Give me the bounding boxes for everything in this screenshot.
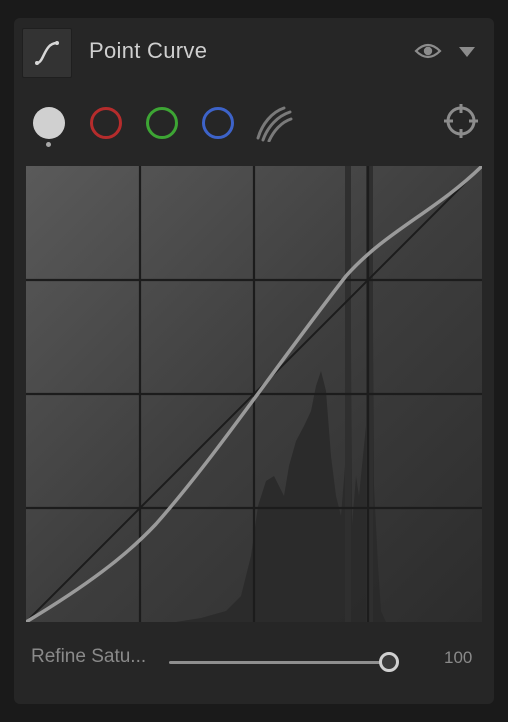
chevron-down-icon[interactable]: [458, 46, 476, 58]
point-curve-panel: Point Curve Refine Satu... 100: [14, 18, 494, 704]
panel-header: Point Curve: [14, 18, 494, 88]
channel-red-button[interactable]: [87, 104, 125, 142]
curve-editor[interactable]: [26, 166, 482, 622]
refine-saturation-slider-thumb[interactable]: [379, 652, 399, 672]
selected-channel-indicator: [46, 142, 51, 147]
curve-mode-button[interactable]: [22, 28, 72, 78]
eye-icon[interactable]: [414, 40, 442, 62]
parametric-curve-icon[interactable]: [254, 104, 294, 142]
target-icon[interactable]: [444, 104, 478, 138]
curve-icon: [35, 41, 59, 65]
slider-label: Refine Satu...: [31, 646, 147, 667]
slider-value[interactable]: 100: [444, 648, 472, 668]
refine-saturation-slider-track[interactable]: [169, 661, 394, 664]
channel-green-button[interactable]: [143, 104, 181, 142]
channel-blue-button[interactable]: [199, 104, 237, 142]
panel-title: Point Curve: [89, 38, 208, 63]
channel-luminance-button[interactable]: [30, 104, 68, 142]
refine-saturation-row: Refine Satu... 100: [14, 644, 494, 684]
channel-selector: [14, 98, 494, 148]
